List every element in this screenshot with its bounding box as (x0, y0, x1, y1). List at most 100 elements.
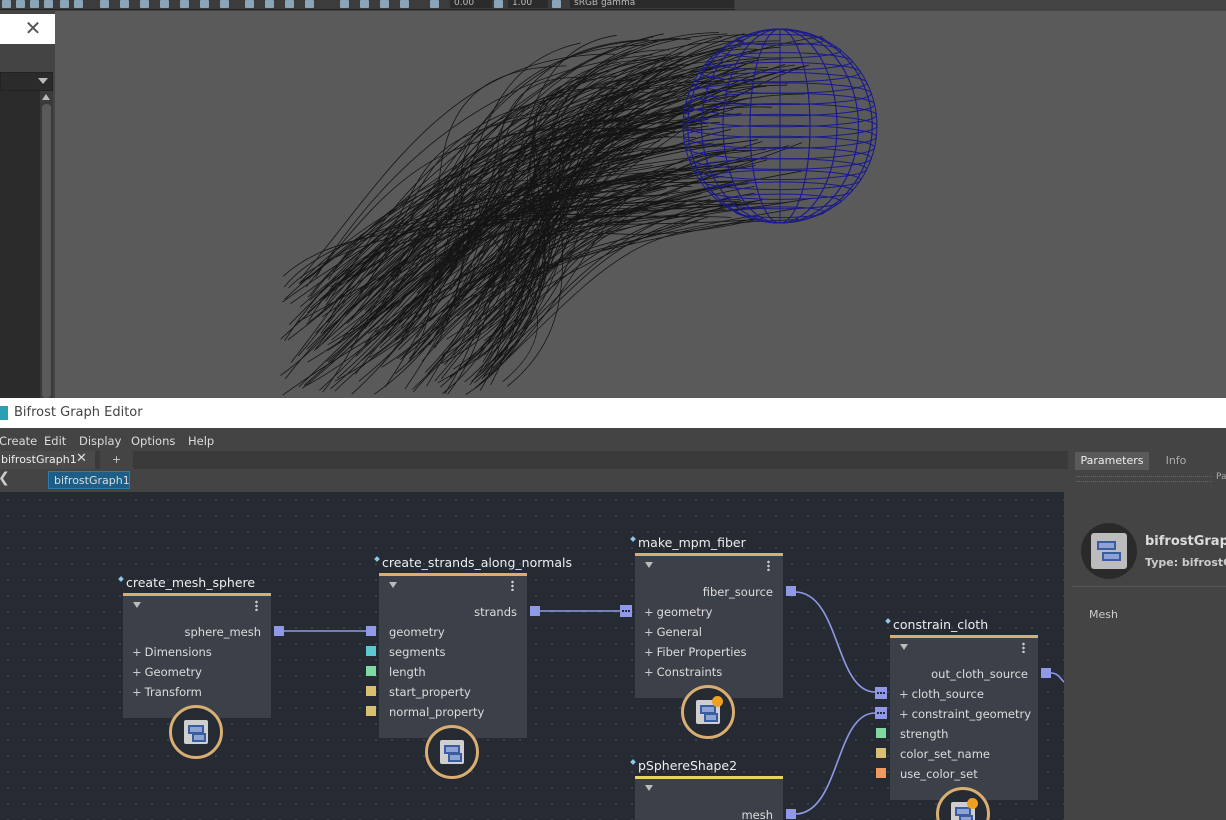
wire-cloth-out (1050, 672, 1064, 683)
port-segments-in[interactable] (366, 646, 376, 656)
group-geometry[interactable]: + Geometry (132, 665, 202, 679)
group-general[interactable]: + General (644, 625, 702, 639)
tool-icon[interactable] (305, 0, 314, 8)
tool-icon[interactable] (100, 0, 109, 8)
kebab-menu-icon[interactable] (255, 600, 258, 611)
tool-icon[interactable] (285, 0, 294, 8)
tab-partial[interactable]: Pa (1216, 472, 1226, 482)
tool-icon[interactable] (340, 0, 349, 8)
group-dimensions[interactable]: + Dimensions (132, 645, 212, 659)
menu-create[interactable]: Create (0, 434, 37, 448)
port-mesh-out[interactable] (786, 809, 796, 819)
exposure-field[interactable]: 0.00 (450, 0, 492, 8)
port-geometry-in[interactable] (366, 626, 376, 636)
collapse-icon[interactable] (645, 562, 653, 568)
dropdown-arrow-icon (38, 78, 48, 84)
tool-icon[interactable] (160, 0, 169, 8)
node-psphereshape2[interactable]: mesh (635, 776, 783, 820)
collapse-icon[interactable] (645, 785, 653, 791)
port-cloth-source-in[interactable] (875, 687, 887, 699)
scrollbar-thumb[interactable] (42, 104, 51, 398)
port-length-in[interactable] (366, 666, 376, 676)
output-port-label: out_cloth_source (931, 667, 1028, 681)
port-sphere-mesh-out[interactable] (274, 626, 284, 636)
tool-icon[interactable] (60, 0, 69, 8)
port-out-cloth-source[interactable] (1041, 668, 1051, 678)
group-constraints[interactable]: + Constraints (644, 665, 722, 679)
collapse-icon[interactable] (900, 644, 908, 650)
left-panel-list[interactable] (0, 91, 40, 398)
tab-parameters[interactable]: Parameters (1075, 452, 1149, 470)
group-transform[interactable]: + Transform (132, 685, 202, 699)
add-tab-button[interactable]: + (100, 451, 133, 469)
gamma-field[interactable]: 1.00 (508, 0, 548, 8)
menu-help[interactable]: Help (188, 434, 214, 448)
port-strength-in[interactable] (876, 728, 886, 738)
navigate-up-icon[interactable]: ❮ (0, 470, 10, 486)
tool-icon[interactable] (400, 0, 409, 8)
port-geometry-in[interactable] (620, 605, 632, 617)
tool-icon[interactable] (180, 0, 189, 8)
graph-tab-bar (0, 451, 1068, 469)
group-geometry[interactable]: + geometry (644, 605, 712, 619)
group-cloth-source[interactable]: + cloth_source (899, 687, 984, 701)
viewport-3d[interactable] (55, 11, 1226, 398)
port-fiber-source-out[interactable] (786, 586, 796, 596)
graph-canvas[interactable]: create_mesh_sphere sphere_mesh + Dimensio… (0, 492, 1064, 820)
panel-grip[interactable] (1076, 476, 1212, 482)
node-create-mesh-sphere[interactable]: sphere_mesh + Dimensions + Geometry + Trans… (123, 593, 271, 718)
port-strands-out[interactable] (530, 606, 540, 616)
input-strength: strength (900, 727, 949, 741)
port-use-color-set-in[interactable] (876, 768, 886, 778)
node-constrain-cloth[interactable]: out_cloth_source + cloth_source + constrai… (890, 635, 1038, 800)
group-fiber-properties[interactable]: + Fiber Properties (644, 645, 747, 659)
group-constraint-geometry[interactable]: + constraint_geometry (899, 707, 1031, 721)
colorspace-select[interactable]: sRGB gamma (570, 0, 734, 8)
tool-icon[interactable] (44, 0, 53, 8)
tool-icon[interactable] (220, 0, 229, 8)
menu-edit[interactable]: Edit (44, 434, 66, 448)
left-panel-dropdown[interactable] (0, 72, 53, 91)
tool-icon[interactable] (16, 0, 25, 8)
tool-icon[interactable] (120, 0, 129, 8)
tool-icon[interactable] (200, 0, 209, 8)
input-length: length (389, 665, 426, 679)
kebab-menu-icon[interactable] (1022, 642, 1025, 653)
tool-icon[interactable] (380, 0, 389, 8)
port-color-set-name-in[interactable] (876, 748, 886, 758)
window-titlebar[interactable]: Bifrost Graph Editor (0, 398, 1226, 428)
menu-display[interactable]: Display (79, 434, 121, 448)
tool-icon[interactable] (140, 0, 149, 8)
collapse-icon[interactable] (389, 582, 397, 588)
breadcrumb[interactable]: bifrostGraph1 (48, 471, 130, 489)
port-constraint-geometry-in[interactable] (875, 707, 887, 719)
tab-bifrostgraph1[interactable]: bifrostGraph1 ✕ (0, 451, 95, 469)
tool-icon[interactable] (2, 0, 11, 8)
wire-mesh-to-constraint (794, 712, 876, 815)
node-create-strands-along-normals[interactable]: strands geometry segments length start_p… (379, 573, 527, 738)
close-icon[interactable]: ✕ (24, 17, 42, 39)
tool-icon[interactable] (74, 0, 83, 8)
parameters-panel (1068, 451, 1226, 820)
port-normal-property-in[interactable] (366, 706, 376, 716)
scroll-up-icon[interactable] (42, 94, 50, 100)
node-title-constrain-cloth: constrain_cloth (893, 617, 989, 632)
tool-icon[interactable] (360, 0, 369, 8)
terminal-badge-icon (967, 798, 978, 809)
tool-icon[interactable] (265, 0, 274, 8)
collapse-icon[interactable] (133, 602, 141, 608)
compound-node-icon (681, 685, 735, 739)
tool-icon[interactable] (494, 0, 503, 8)
output-port-label: fiber_source (702, 585, 773, 599)
tool-icon[interactable] (430, 0, 439, 8)
selected-node-type: Type: bifrostGr (1145, 556, 1226, 569)
tab-info[interactable]: Info (1153, 452, 1199, 470)
tool-icon[interactable] (30, 0, 39, 8)
menu-options[interactable]: Options (131, 434, 175, 448)
tool-icon[interactable] (245, 0, 254, 8)
kebab-menu-icon[interactable] (511, 580, 514, 591)
port-start-property-in[interactable] (366, 686, 376, 696)
close-tab-icon[interactable]: ✕ (76, 451, 87, 466)
kebab-menu-icon[interactable] (767, 560, 770, 571)
node-make-mpm-fiber[interactable]: fiber_source + geometry + General + Fiber P… (635, 553, 783, 698)
